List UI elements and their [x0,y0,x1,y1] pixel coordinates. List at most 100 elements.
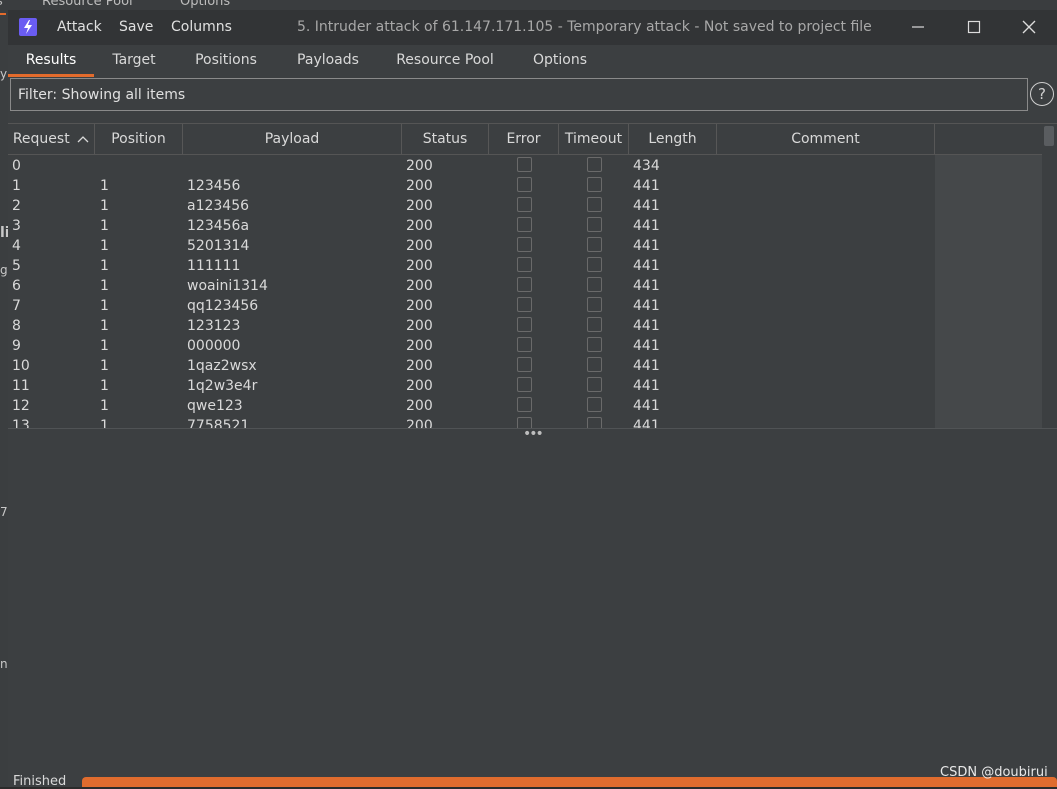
tab-positions[interactable]: Positions [184,45,268,75]
cell-request: 11 [12,378,30,394]
watermark: CSDN @doubirui [940,765,1048,780]
cell-request: 1 [12,178,21,194]
cell-position: 1 [100,198,109,214]
error-checkbox [517,297,532,312]
error-checkbox [517,357,532,372]
cell-request: 4 [12,238,21,254]
menu-attack[interactable]: Attack [57,19,102,35]
tab-target[interactable]: Target [98,45,170,75]
table-row[interactable]: 1 1 123456 200 441 [8,175,935,195]
error-checkbox [517,217,532,232]
tab-options[interactable]: Options [522,45,598,75]
cell-status: 200 [406,218,433,234]
filter-bar[interactable]: Filter: Showing all items [10,78,1028,111]
cell-position: 1 [100,218,109,234]
cell-position: 1 [100,378,109,394]
cell-request: 0 [12,158,21,174]
cell-position: 1 [100,358,109,374]
column-header-timeout[interactable]: Timeout [559,124,629,154]
column-header-payload[interactable]: Payload [183,124,402,154]
error-checkbox [517,157,532,172]
splitter-handle-icon[interactable]: ••• [523,426,544,442]
cell-payload: 5201314 [187,238,250,254]
cell-length: 434 [633,158,660,174]
table-row[interactable]: 11 1 1q2w3e4r 200 441 [8,375,935,395]
close-icon[interactable] [1017,16,1041,38]
error-checkbox [517,337,532,352]
cell-position: 1 [100,238,109,254]
timeout-checkbox [587,297,602,312]
tab-payloads[interactable]: Payloads [286,45,370,75]
help-icon[interactable]: ? [1030,82,1054,106]
cell-length: 441 [633,398,660,414]
vertical-scrollbar[interactable] [1042,124,1057,429]
tab-bar: Results Target Positions Payloads Resour… [8,45,1057,77]
error-checkbox [517,317,532,332]
filter-text: Filter: Showing all items [18,87,186,103]
maximize-icon[interactable] [962,16,986,38]
cell-length: 441 [633,218,660,234]
cell-payload: 1qaz2wsx [187,358,257,374]
cell-request: 3 [12,218,21,234]
table-row[interactable]: 5 1 111111 200 441 [8,255,935,275]
cell-status: 200 [406,278,433,294]
table-header: Request Position Payload Status Error Ti… [8,124,1042,155]
cell-payload: 123456 [187,178,241,194]
background-tab: Options [180,0,231,9]
column-header-error[interactable]: Error [489,124,559,154]
intruder-attack-window: Attack Save Columns 5. Intruder attack o… [8,10,1057,789]
table-row[interactable]: 4 1 5201314 200 441 [8,235,935,255]
table-row[interactable]: 9 1 000000 200 441 [8,335,935,355]
cell-length: 441 [633,358,660,374]
column-header-request[interactable]: Request [8,124,95,154]
cell-position: 1 [100,298,109,314]
background-left-edge: y li g 7 n [0,15,10,787]
cell-status: 200 [406,298,433,314]
tab-results[interactable]: Results [8,45,94,75]
timeout-checkbox [587,377,602,392]
table-row[interactable]: 7 1 qq123456 200 441 [8,295,935,315]
error-checkbox [517,397,532,412]
error-checkbox [517,237,532,252]
title-bar: Attack Save Columns 5. Intruder attack o… [8,10,1057,45]
timeout-checkbox [587,177,602,192]
column-header-comment[interactable]: Comment [717,124,935,154]
table-row[interactable]: 2 1 a123456 200 441 [8,195,935,215]
table-row[interactable]: 8 1 123123 200 441 [8,315,935,335]
cell-payload: 000000 [187,338,241,354]
cell-length: 441 [633,198,660,214]
cell-request: 2 [12,198,21,214]
cell-length: 441 [633,338,660,354]
timeout-checkbox [587,217,602,232]
cell-length: 441 [633,278,660,294]
column-header-position[interactable]: Position [95,124,183,154]
table-row[interactable]: 3 1 123456a 200 441 [8,215,935,235]
cell-payload: qq123456 [187,298,259,314]
background-tab: Resource Pool [42,0,133,9]
scrollbar-thumb[interactable] [1044,126,1054,146]
empty-column-area [935,124,1042,429]
tab-resource-pool[interactable]: Resource Pool [386,45,504,75]
table-row[interactable]: 10 1 1qaz2wsx 200 441 [8,355,935,375]
cell-status: 200 [406,358,433,374]
timeout-checkbox [587,237,602,252]
active-tab-indicator [8,74,94,77]
cell-status: 200 [406,198,433,214]
cell-status: 200 [406,378,433,394]
menu-save[interactable]: Save [119,19,153,35]
table-row[interactable]: 13 1 7758521 200 441 [8,415,935,429]
error-checkbox [517,277,532,292]
cell-payload: a123456 [187,198,250,214]
error-checkbox [517,377,532,392]
minimize-icon[interactable] [906,16,930,38]
table-row[interactable]: 12 1 qwe123 200 441 [8,395,935,415]
cell-request: 10 [12,358,30,374]
table-row[interactable]: 0 200 434 [8,155,935,175]
table-row[interactable]: 6 1 woaini1314 200 441 [8,275,935,295]
timeout-checkbox [587,157,602,172]
column-header-status[interactable]: Status [402,124,489,154]
cell-length: 441 [633,238,660,254]
error-checkbox [517,177,532,192]
menu-columns[interactable]: Columns [171,19,232,35]
column-header-length[interactable]: Length [629,124,717,154]
